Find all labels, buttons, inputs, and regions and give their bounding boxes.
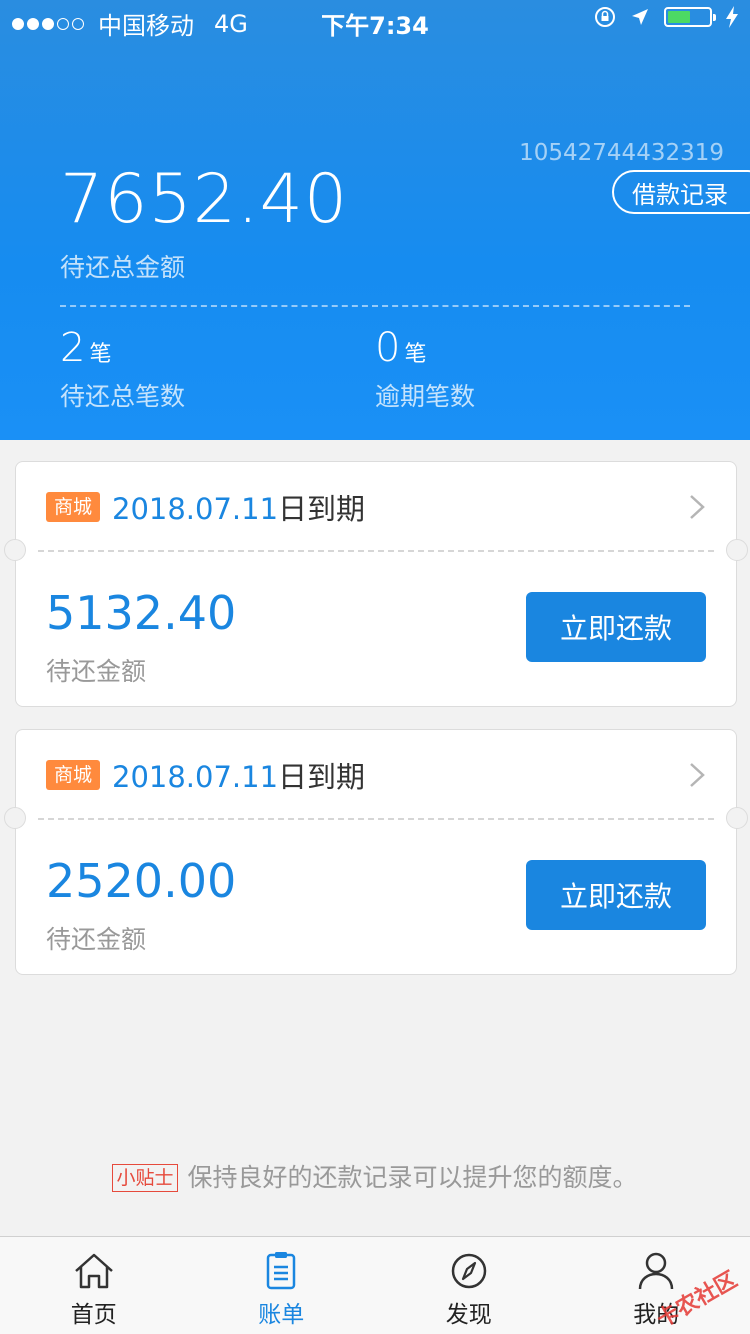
tab-bar: 首页 账单 发现 我的 卡农社区	[0, 1236, 750, 1334]
chevron-right-icon[interactable]	[688, 494, 706, 520]
card-divider	[38, 818, 714, 820]
tab-label: 账单	[258, 1302, 305, 1328]
tab-home[interactable]: 首页	[0, 1237, 188, 1334]
pending-count: 2	[60, 325, 86, 371]
account-number: 10542744432319	[519, 140, 724, 166]
bill-card: 商城 2018.07.11日到期 5132.40 待还金额 立即还款	[4, 461, 748, 707]
due-date-suffix: 日到期	[278, 492, 366, 526]
bill-amount: 2520.00	[46, 854, 237, 908]
overdue-count: 0	[375, 325, 401, 371]
due-date-value: 2018.07.11	[112, 492, 279, 526]
orientation-lock-icon	[595, 7, 615, 27]
card-notch	[726, 807, 748, 829]
pending-count-unit: 笔	[89, 342, 112, 367]
battery-icon	[664, 7, 716, 27]
card-divider	[38, 550, 714, 552]
bill-amount: 5132.40	[46, 586, 237, 640]
overdue-count-stat: 0笔 逾期笔数	[375, 325, 475, 413]
overdue-count-unit: 笔	[404, 342, 427, 367]
total-amount: 7652.40	[60, 160, 349, 239]
tab-bill[interactable]: 账单	[188, 1237, 376, 1334]
bill-amount-label: 待还金额	[46, 657, 147, 686]
bill-card-header[interactable]: 商城 2018.07.11日到期	[16, 730, 736, 818]
bill-card: 商城 2018.07.11日到期 2520.00 待还金额 立即还款	[4, 729, 748, 975]
bill-card-header[interactable]: 商城 2018.07.11日到期	[16, 462, 736, 550]
tab-label: 首页	[70, 1302, 117, 1328]
pending-count-label: 待还总笔数	[60, 382, 186, 411]
charging-icon	[726, 6, 738, 28]
divider	[60, 305, 690, 307]
home-icon	[74, 1253, 113, 1289]
tip-badge: 小贴士	[112, 1164, 178, 1192]
summary-header: 中国移动 4G 下午7:34 10542744432319 借款记录 7652.…	[0, 0, 750, 440]
card-notch	[4, 807, 26, 829]
bill-due-date: 2018.07.11日到期	[112, 486, 365, 528]
total-amount-label: 待还总金额	[60, 253, 186, 282]
bill-due-date: 2018.07.11日到期	[112, 754, 365, 796]
bill-tag: 商城	[46, 760, 101, 790]
due-date-suffix: 日到期	[278, 760, 366, 794]
tip-bar: 小贴士 保持良好的还款记录可以提升您的额度。	[0, 1158, 750, 1194]
bill-amount-label: 待还金额	[46, 925, 147, 954]
tab-discover[interactable]: 发现	[375, 1237, 563, 1334]
location-icon	[632, 9, 648, 25]
card-notch	[726, 539, 748, 561]
compass-icon	[451, 1253, 486, 1289]
user-icon	[639, 1252, 674, 1290]
tab-label: 发现	[445, 1302, 492, 1328]
card-notch	[4, 539, 26, 561]
pay-now-button[interactable]: 立即还款	[526, 860, 706, 930]
loan-record-button[interactable]: 借款记录	[612, 170, 750, 214]
tip-text: 保持良好的还款记录可以提升您的额度。	[187, 1163, 638, 1192]
due-date-value: 2018.07.11	[112, 760, 279, 794]
overdue-count-label: 逾期笔数	[375, 382, 476, 411]
chevron-right-icon[interactable]	[688, 762, 706, 788]
bill-icon	[267, 1252, 296, 1290]
pending-count-stat: 2笔 待还总笔数	[60, 325, 185, 413]
pay-now-button[interactable]: 立即还款	[526, 592, 706, 662]
bill-tag: 商城	[46, 492, 101, 522]
status-bar: 中国移动 4G 下午7:34	[0, 0, 750, 40]
